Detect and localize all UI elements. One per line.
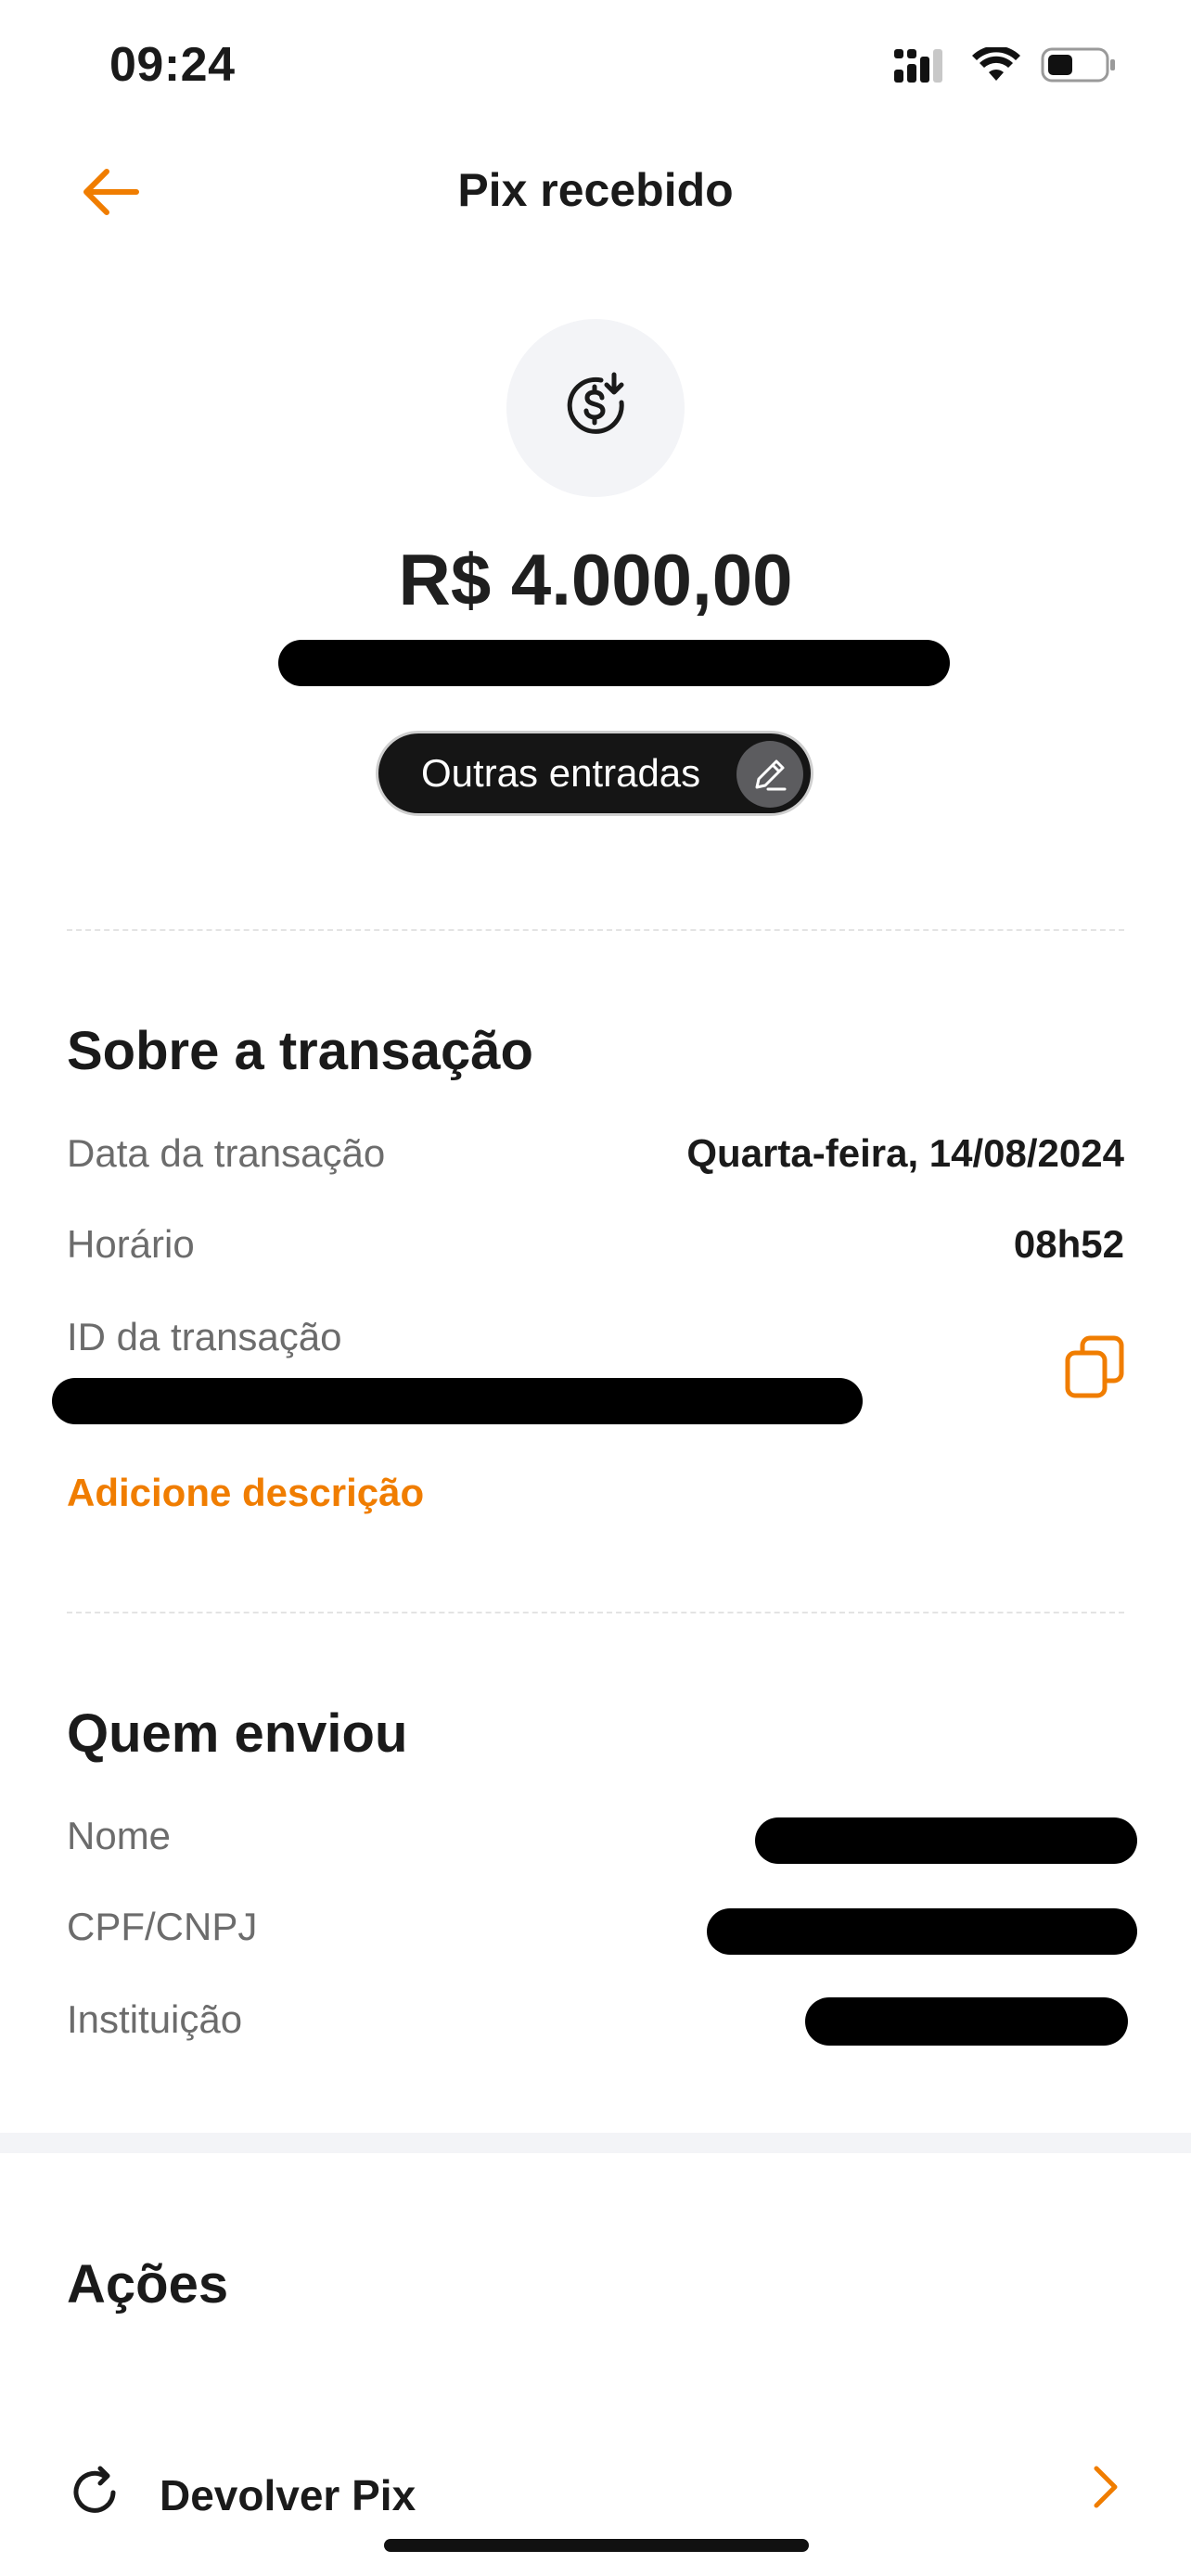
- action-item-refund[interactable]: Devolver Pix: [67, 2448, 1124, 2522]
- category-chip[interactable]: Outras entradas: [376, 731, 813, 816]
- action-item-label: Devolver Pix: [160, 2470, 416, 2519]
- sender-name-label: Nome: [67, 1814, 172, 1857]
- sender-document-label: CPF/CNPJ: [67, 1905, 258, 1948]
- status-bar: 09:24: [0, 0, 1191, 130]
- copy-icon: [1064, 1334, 1125, 1404]
- time-label: Horário: [67, 1222, 195, 1266]
- transaction-icon-circle: [506, 319, 685, 497]
- date-label: Data da transação: [67, 1131, 386, 1175]
- transaction-id-label: ID da transação: [67, 1315, 342, 1358]
- redacted-sender-name: [278, 640, 950, 686]
- section-title-sender: Quem enviou: [67, 1703, 408, 1764]
- add-description-link[interactable]: Adicione descrição: [67, 1471, 424, 1515]
- refresh-icon: [67, 2465, 122, 2522]
- section-title-actions: Ações: [67, 2254, 229, 2315]
- amount: R$ 4.000,00: [398, 539, 793, 620]
- divider: [67, 1612, 1124, 1613]
- section-title-transaction: Sobre a transação: [67, 1021, 533, 1081]
- redacted-sender-name-value: [755, 1817, 1137, 1864]
- pencil-icon: [736, 741, 803, 808]
- home-indicator[interactable]: [384, 2539, 809, 2552]
- chevron-right-icon: [1087, 2448, 1124, 2522]
- wifi-icon: [972, 45, 1020, 87]
- status-time: 09:24: [109, 38, 236, 92]
- date-value: Quarta-feira, 14/08/2024: [686, 1131, 1124, 1175]
- redacted-sender-document: [707, 1908, 1137, 1955]
- redacted-sender-institution: [805, 1997, 1128, 2046]
- battery-icon: [1041, 46, 1117, 88]
- sender-institution-label: Instituição: [67, 1997, 243, 2041]
- copy-id-button[interactable]: [1057, 1332, 1132, 1406]
- divider: [67, 929, 1124, 931]
- category-label: Outras entradas: [421, 751, 701, 795]
- status-icons: [894, 45, 1117, 88]
- signal-icon: [894, 47, 952, 87]
- redacted-transaction-id: [52, 1378, 863, 1424]
- page-title: Pix recebido: [457, 164, 734, 216]
- header: Pix recebido: [0, 148, 1191, 241]
- section-separator: [0, 2133, 1191, 2153]
- time-value: 08h52: [1013, 1222, 1124, 1266]
- dollar-receive-icon: [560, 371, 631, 446]
